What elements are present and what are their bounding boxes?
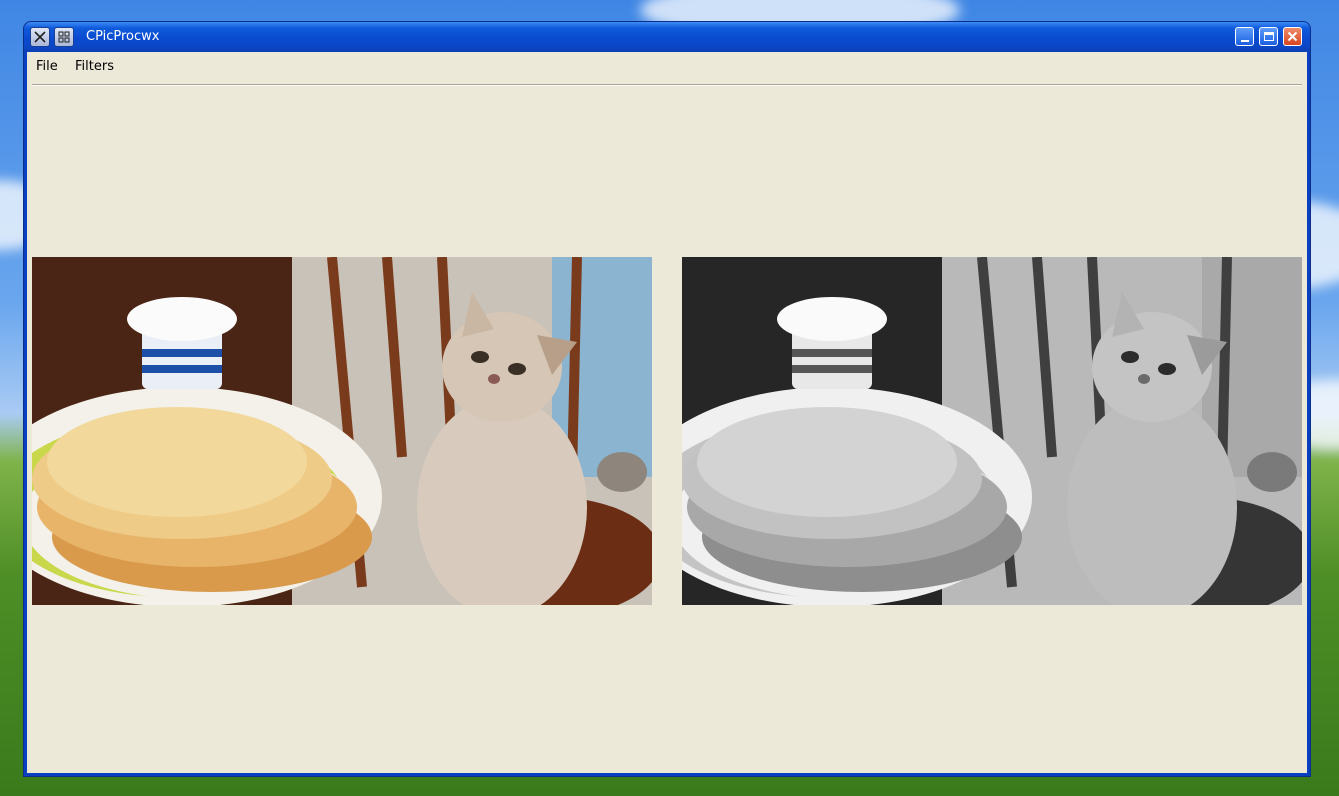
x-icon[interactable] [30,27,50,47]
menu-file[interactable]: File [36,59,58,74]
original-image [32,257,652,605]
menu-bar: File Filters [27,52,1307,80]
menu-filters[interactable]: Filters [75,59,114,74]
minimize-button[interactable] [1235,27,1254,46]
close-button[interactable] [1283,27,1302,46]
minimize-icon [1240,39,1249,42]
window-title: CPicProcwx [86,29,160,44]
close-icon [1287,31,1298,42]
maximize-icon [1263,32,1274,41]
app-window: CPicProcwx File Filters [24,22,1310,776]
menu-separator [32,84,1302,86]
maximize-button[interactable] [1259,27,1278,46]
processed-image [682,257,1302,605]
title-bar[interactable]: CPicProcwx [24,22,1310,52]
grid-icon[interactable] [54,27,74,47]
client-area: File Filters [27,52,1307,773]
